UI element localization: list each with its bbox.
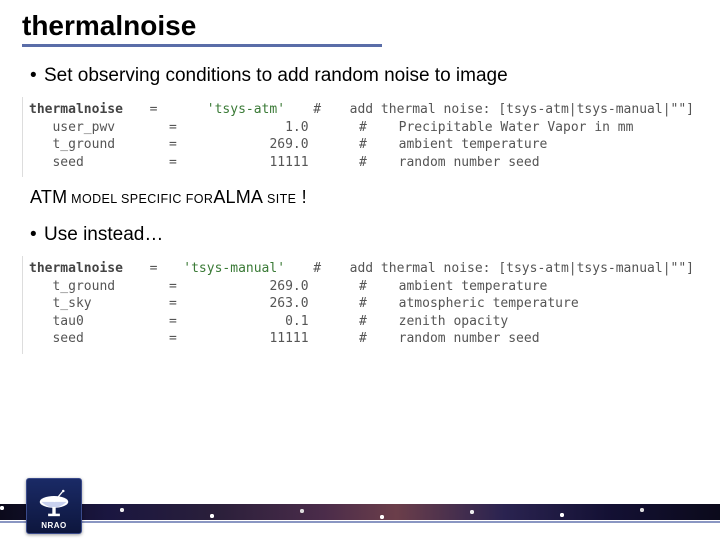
param-name: seed bbox=[29, 154, 169, 172]
hash: # bbox=[359, 330, 383, 348]
bullet-dot: • bbox=[30, 65, 44, 87]
hash: # bbox=[359, 154, 383, 172]
equals: = bbox=[169, 154, 199, 172]
footer-band bbox=[0, 504, 720, 520]
param-name: t_ground bbox=[29, 136, 169, 154]
bullet-1: •Set observing conditions to add random … bbox=[30, 65, 700, 87]
param-value: 0.1 bbox=[199, 313, 359, 331]
code-row: tau0= 0.1# zenith opacity bbox=[29, 313, 694, 331]
param-value: 'tsys-atm' bbox=[175, 101, 313, 119]
param-name: thermalnoise bbox=[29, 101, 150, 119]
equals: = bbox=[169, 119, 199, 137]
param-comment: random number seed bbox=[383, 154, 694, 172]
equals: = bbox=[169, 330, 199, 348]
equals: = bbox=[150, 260, 176, 278]
code-row: user_pwv= 1.0# Precipitable Water Vapor … bbox=[29, 119, 694, 137]
atm-note: ATM MODEL SPECIFIC FORALMA SITE ! bbox=[30, 187, 700, 208]
equals: = bbox=[169, 278, 199, 296]
hash: # bbox=[359, 119, 383, 137]
footer: NRAO bbox=[0, 480, 720, 540]
equals: = bbox=[169, 136, 199, 154]
code-row: thermalnoise= 'tsys-manual'# add thermal… bbox=[29, 260, 694, 278]
param-comment: zenith opacity bbox=[383, 313, 694, 331]
param-comment: Precipitable Water Vapor in mm bbox=[383, 119, 694, 137]
equals: = bbox=[169, 313, 199, 331]
param-comment: add thermal noise: [tsys-atm|tsys-manual… bbox=[334, 260, 694, 278]
code-row: seed= 11111# random number seed bbox=[29, 154, 694, 172]
param-name: t_sky bbox=[29, 295, 169, 313]
param-comment: atmospheric temperature bbox=[383, 295, 694, 313]
param-value: 11111 bbox=[199, 154, 359, 172]
footer-rule bbox=[0, 521, 720, 523]
param-value: 11111 bbox=[199, 330, 359, 348]
atm-note-p4: SITE bbox=[263, 192, 296, 206]
page-title: thermalnoise bbox=[22, 10, 382, 47]
code-row: thermalnoise= 'tsys-atm'# add thermal no… bbox=[29, 101, 694, 119]
equals: = bbox=[169, 295, 199, 313]
code-row: t_sky= 263.0# atmospheric temperature bbox=[29, 295, 694, 313]
atm-note-p5: ! bbox=[296, 187, 306, 207]
param-name: thermalnoise bbox=[29, 260, 150, 278]
atm-note-p1: ATM bbox=[30, 187, 67, 207]
bullet-2: •Use instead… bbox=[30, 224, 700, 246]
slide: thermalnoise •Set observing conditions t… bbox=[0, 0, 720, 540]
hash: # bbox=[359, 313, 383, 331]
code-row: t_ground= 269.0# ambient temperature bbox=[29, 278, 694, 296]
hash: # bbox=[359, 278, 383, 296]
atm-note-p2: MODEL SPECIFIC FOR bbox=[67, 192, 213, 206]
content: •Set observing conditions to add random … bbox=[0, 47, 720, 354]
hash: # bbox=[313, 260, 334, 278]
param-comment: random number seed bbox=[383, 330, 694, 348]
param-comment: ambient temperature bbox=[383, 136, 694, 154]
param-name: seed bbox=[29, 330, 169, 348]
param-comment: ambient temperature bbox=[383, 278, 694, 296]
param-name: user_pwv bbox=[29, 119, 169, 137]
bullet-1-text: Set observing conditions to add random n… bbox=[44, 65, 508, 86]
hash: # bbox=[359, 295, 383, 313]
code-block-1: thermalnoise= 'tsys-atm'# add thermal no… bbox=[22, 97, 700, 177]
param-comment: add thermal noise: [tsys-atm|tsys-manual… bbox=[334, 101, 694, 119]
param-name: t_ground bbox=[29, 278, 169, 296]
param-value: 269.0 bbox=[199, 278, 359, 296]
dish-icon bbox=[33, 488, 75, 520]
param-value: 'tsys-manual' bbox=[175, 260, 313, 278]
hash: # bbox=[359, 136, 383, 154]
code-row: seed= 11111# random number seed bbox=[29, 330, 694, 348]
logo-label: NRAO bbox=[41, 521, 67, 530]
param-name: tau0 bbox=[29, 313, 169, 331]
nrao-logo: NRAO bbox=[26, 478, 82, 534]
param-value: 1.0 bbox=[199, 119, 359, 137]
title-wrap: thermalnoise bbox=[0, 0, 720, 47]
param-value: 263.0 bbox=[199, 295, 359, 313]
equals: = bbox=[150, 101, 176, 119]
atm-note-p3: ALMA bbox=[213, 187, 263, 207]
param-value: 269.0 bbox=[199, 136, 359, 154]
bullet-2-text: Use instead… bbox=[44, 224, 163, 245]
bullet-dot: • bbox=[30, 224, 44, 246]
code-block-2: thermalnoise= 'tsys-manual'# add thermal… bbox=[22, 256, 700, 354]
code-row: t_ground= 269.0# ambient temperature bbox=[29, 136, 694, 154]
hash: # bbox=[313, 101, 334, 119]
